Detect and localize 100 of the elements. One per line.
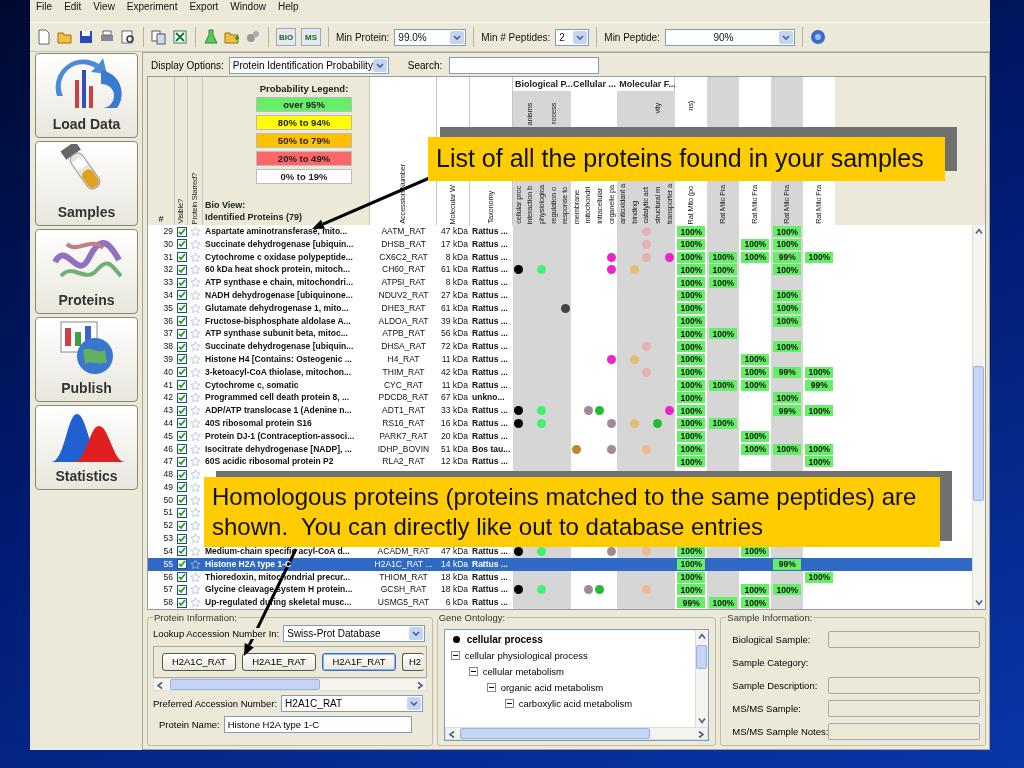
table-row[interactable]: 33 ATP synthase e chain, mitochondri... ATP5I_RAT 8 kDa Rattus ... 100% 100% [148,276,972,289]
table-row[interactable]: 29 Aspartate aminotransferase, mito... AATM_RAT 47 kDa Rattus ... 100% 100% [148,225,972,238]
star-icon[interactable] [190,507,201,519]
collapse-icon[interactable] [450,650,460,660]
visible-checkbox[interactable] [176,520,187,531]
star-icon[interactable] [190,238,201,250]
visible-checkbox[interactable] [176,418,187,429]
visible-checkbox[interactable] [176,444,187,455]
visible-checkbox[interactable] [176,572,187,582]
visible-checkbox[interactable] [176,456,187,467]
visible-checkbox[interactable] [176,367,187,378]
visible-checkbox[interactable] [176,559,187,570]
horizontal-scrollbar[interactable] [444,726,709,740]
visible-checkbox[interactable] [176,290,187,301]
star-icon[interactable] [190,302,201,314]
star-icon[interactable] [190,392,201,404]
star-icon[interactable] [190,545,201,557]
collapse-icon[interactable] [468,666,478,676]
copy-icon[interactable] [151,29,167,45]
sample-field[interactable] [828,676,980,694]
collapse-icon[interactable] [486,682,496,692]
visible-checkbox[interactable] [176,277,187,288]
star-icon[interactable] [190,264,201,276]
visible-checkbox[interactable] [176,482,187,493]
filter-dropdown[interactable]: 90% [664,28,795,46]
star-icon[interactable] [190,469,201,481]
filter-dropdown[interactable]: 2 [555,28,590,46]
star-icon[interactable] [190,430,201,442]
visible-checkbox[interactable] [176,341,187,352]
visible-checkbox[interactable] [176,380,187,391]
accession-button[interactable]: H2A1F_RAT [322,652,396,671]
visible-checkbox[interactable] [176,431,187,442]
sidebar-button[interactable]: Publish [35,317,138,402]
star-icon[interactable] [190,558,201,570]
visible-checkbox[interactable] [176,354,187,365]
star-icon[interactable] [190,226,201,237]
visible-checkbox[interactable] [176,469,187,480]
table-row[interactable]: 47 60S acidic ribosomal protein P2 RLA2_RAT 12 kDa Rattus ... 100% 100% [148,455,972,469]
visible-checkbox[interactable] [176,328,187,339]
visible-checkbox[interactable] [176,533,187,544]
menu-item[interactable]: Experiment [126,0,178,14]
flask-icon[interactable] [203,29,219,45]
table-row[interactable]: 43 ADP/ATP translocase 1 (Adenine n... ADT1_RAT 33 kDa Rattus ... 100% 99% 100% [148,404,972,417]
menu-item[interactable]: Help [277,0,299,14]
menu-item[interactable]: View [93,0,115,14]
star-icon[interactable] [190,366,201,378]
visible-checkbox[interactable] [176,303,187,314]
print-preview-icon[interactable] [120,29,136,45]
vertical-scrollbar[interactable] [695,629,709,727]
table-row[interactable]: 38 Succinate dehydrogenase [ubiquin... DHSA_RAT 72 kDa Rattus ... 100% 100% [148,340,972,353]
scrollbar-thumb[interactable] [170,678,320,690]
menu-item[interactable]: Edit [64,0,82,14]
sidebar-button[interactable]: Load Data [35,53,138,138]
star-icon[interactable] [190,456,201,468]
preferred-accession-dropdown[interactable]: H2A1C_RAT [281,694,424,712]
star-icon[interactable] [190,353,201,365]
scrollbar-thumb[interactable] [459,727,650,739]
help-icon[interactable] [809,29,826,45]
star-icon[interactable] [190,417,201,429]
save-icon[interactable] [78,29,94,45]
toolbar-button[interactable]: BIO [276,28,296,46]
toolbar-button[interactable]: MS [301,28,321,46]
star-icon[interactable] [190,494,201,506]
star-icon[interactable] [190,341,201,353]
collapse-icon[interactable] [504,698,514,708]
visible-checkbox[interactable] [176,597,187,608]
sidebar-button[interactable]: Statistics [35,405,138,490]
star-icon[interactable] [190,520,201,532]
star-icon[interactable] [190,315,201,327]
star-icon[interactable] [190,405,201,417]
star-icon[interactable] [190,597,201,609]
menu-item[interactable]: File [36,0,53,14]
star-icon[interactable] [190,571,201,583]
new-document-icon[interactable] [36,29,52,45]
vertical-scrollbar[interactable] [972,225,985,609]
star-icon[interactable] [190,277,201,289]
visible-checkbox[interactable] [176,405,187,416]
menu-item[interactable]: Window [230,0,266,14]
menu-item[interactable]: Export [189,0,219,14]
star-icon[interactable] [190,443,201,455]
visible-checkbox[interactable] [176,316,187,327]
filter-dropdown[interactable]: 99.0% [394,28,467,46]
protein-name-field[interactable]: Histone H2A type 1-C [223,715,412,733]
visible-checkbox[interactable] [176,264,187,275]
scrollbar-thumb[interactable] [696,644,708,669]
star-icon[interactable] [190,290,201,301]
star-icon[interactable] [190,251,201,263]
folder-add-icon[interactable] [224,29,240,45]
table-row[interactable]: 37 ATP synthase subunit beta, mitoc... ATPB_RAT 56 kDa Rattus ... 100% 100% [148,327,972,341]
visible-checkbox[interactable] [176,495,187,506]
scrollbar-thumb[interactable] [973,366,984,501]
display-options-dropdown[interactable]: Protein Identification Probability [228,57,389,74]
star-icon[interactable] [190,379,201,391]
accession-button[interactable]: H2 [402,652,424,671]
visible-checkbox[interactable] [176,392,187,403]
column-header[interactable]: Identified Proteins (79) [205,211,369,223]
visible-checkbox[interactable] [176,226,187,237]
open-folder-icon[interactable] [57,29,73,45]
visible-checkbox[interactable] [176,546,187,557]
spreadsheet-icon[interactable] [172,29,188,45]
